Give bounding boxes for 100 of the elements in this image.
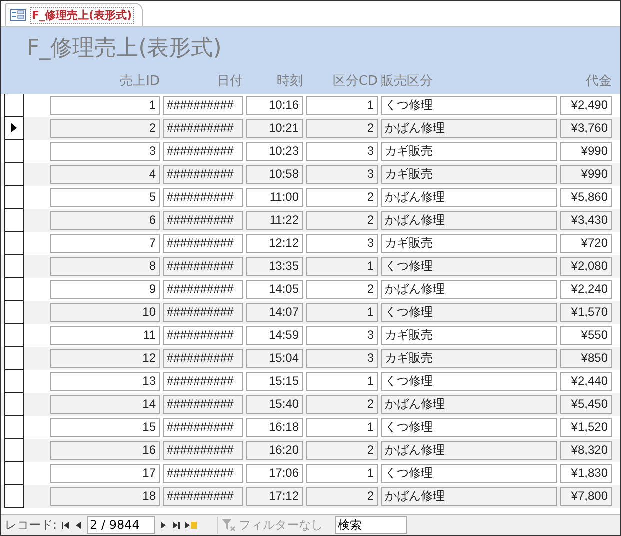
field-box[interactable]: くつ修理 xyxy=(381,96,557,115)
field-box[interactable]: 3 xyxy=(306,165,378,184)
field-box[interactable]: くつ修理 xyxy=(381,303,557,322)
field-box[interactable]: 8 xyxy=(50,257,160,276)
field-box[interactable]: 10 xyxy=(50,303,160,322)
field-box[interactable]: ¥5,860 xyxy=(560,188,612,207)
field-box[interactable]: 10:23 xyxy=(246,142,303,161)
field-box[interactable]: ########## xyxy=(163,303,243,322)
field-box[interactable]: カギ販売 xyxy=(381,234,557,253)
field-box[interactable]: 1 xyxy=(306,464,378,483)
field-box[interactable]: カギ販売 xyxy=(381,349,557,368)
field-box[interactable]: ¥720 xyxy=(560,234,612,253)
field-box[interactable]: 17 xyxy=(50,464,160,483)
field-box[interactable]: 17:06 xyxy=(246,464,303,483)
field-box[interactable]: 6 xyxy=(50,211,160,230)
field-box[interactable]: ########## xyxy=(163,142,243,161)
field-box[interactable]: ¥2,440 xyxy=(560,372,612,391)
field-box[interactable]: 3 xyxy=(50,142,160,161)
record-selector[interactable] xyxy=(4,324,24,347)
field-box[interactable]: かばん修理 xyxy=(381,441,557,460)
field-box[interactable]: 12:12 xyxy=(246,234,303,253)
field-box[interactable]: 13:35 xyxy=(246,257,303,276)
field-box[interactable]: 16 xyxy=(50,441,160,460)
field-box[interactable]: 2 xyxy=(306,487,378,506)
field-box[interactable]: ########## xyxy=(163,211,243,230)
field-box[interactable]: ########## xyxy=(163,165,243,184)
field-box[interactable]: 16:20 xyxy=(246,441,303,460)
field-box[interactable]: 2 xyxy=(306,280,378,299)
field-box[interactable]: 12 xyxy=(50,349,160,368)
field-box[interactable]: 2 xyxy=(306,395,378,414)
field-box[interactable]: カギ販売 xyxy=(381,165,557,184)
record-selector[interactable] xyxy=(4,278,24,301)
record-selector[interactable] xyxy=(4,94,24,117)
field-box[interactable]: ¥8,320 xyxy=(560,441,612,460)
field-box[interactable]: 1 xyxy=(306,257,378,276)
field-box[interactable]: 2 xyxy=(50,119,160,138)
record-position-field[interactable]: 2 / 9844 xyxy=(87,516,156,534)
field-box[interactable]: 1 xyxy=(306,418,378,437)
record-selector[interactable] xyxy=(4,140,24,163)
last-record-icon[interactable] xyxy=(172,520,182,530)
field-box[interactable]: 14 xyxy=(50,395,160,414)
field-box[interactable]: かばん修理 xyxy=(381,280,557,299)
field-box[interactable]: 11:22 xyxy=(246,211,303,230)
field-box[interactable]: 10:58 xyxy=(246,165,303,184)
field-box[interactable]: ########## xyxy=(163,188,243,207)
field-box[interactable]: 17:12 xyxy=(246,487,303,506)
field-box[interactable]: 11:00 xyxy=(246,188,303,207)
field-box[interactable]: ########## xyxy=(163,395,243,414)
field-box[interactable]: 14:59 xyxy=(246,326,303,345)
record-selector[interactable] xyxy=(4,439,24,462)
previous-record-icon[interactable] xyxy=(74,520,84,530)
field-box[interactable]: くつ修理 xyxy=(381,372,557,391)
field-box[interactable]: ¥7,800 xyxy=(560,487,612,506)
field-box[interactable]: 2 xyxy=(306,441,378,460)
field-box[interactable]: かばん修理 xyxy=(381,395,557,414)
field-box[interactable]: 3 xyxy=(306,349,378,368)
field-box[interactable]: 18 xyxy=(50,487,160,506)
field-box[interactable]: 1 xyxy=(50,96,160,115)
record-selector[interactable] xyxy=(4,301,24,324)
record-selector[interactable] xyxy=(4,186,24,209)
field-box[interactable]: ########## xyxy=(163,280,243,299)
field-box[interactable]: 15 xyxy=(50,418,160,437)
field-box[interactable]: 11 xyxy=(50,326,160,345)
field-box[interactable]: 5 xyxy=(50,188,160,207)
form-tab[interactable]: F_修理売上(表形式) xyxy=(5,3,144,26)
field-box[interactable]: 15:40 xyxy=(246,395,303,414)
new-record-icon[interactable] xyxy=(185,520,198,530)
field-box[interactable]: かばん修理 xyxy=(381,487,557,506)
field-box[interactable]: ########## xyxy=(163,234,243,253)
record-selector[interactable] xyxy=(4,117,24,140)
field-box[interactable]: くつ修理 xyxy=(381,418,557,437)
field-box[interactable]: 14:07 xyxy=(246,303,303,322)
field-box[interactable]: ¥1,570 xyxy=(560,303,612,322)
field-box[interactable]: 4 xyxy=(50,165,160,184)
field-box[interactable]: 2 xyxy=(306,211,378,230)
next-record-icon[interactable] xyxy=(159,520,168,530)
field-box[interactable]: ########## xyxy=(163,441,243,460)
field-box[interactable]: 16:18 xyxy=(246,418,303,437)
field-box[interactable]: 1 xyxy=(306,372,378,391)
field-box[interactable]: ¥3,760 xyxy=(560,119,612,138)
search-field[interactable]: 検索 xyxy=(335,516,408,534)
field-box[interactable]: ¥850 xyxy=(560,349,612,368)
field-box[interactable]: ########## xyxy=(163,119,243,138)
field-box[interactable]: 10:21 xyxy=(246,119,303,138)
field-box[interactable]: ########## xyxy=(163,372,243,391)
field-box[interactable]: 2 xyxy=(306,119,378,138)
first-record-icon[interactable] xyxy=(61,520,70,530)
field-box[interactable]: 3 xyxy=(306,326,378,345)
field-box[interactable]: ########## xyxy=(163,257,243,276)
field-box[interactable]: 1 xyxy=(306,96,378,115)
field-box[interactable]: かばん修理 xyxy=(381,119,557,138)
field-box[interactable]: 1 xyxy=(306,303,378,322)
field-box[interactable]: ########## xyxy=(163,326,243,345)
field-box[interactable]: ¥550 xyxy=(560,326,612,345)
field-box[interactable]: かばん修理 xyxy=(381,188,557,207)
field-box[interactable]: 15:04 xyxy=(246,349,303,368)
field-box[interactable]: ¥2,080 xyxy=(560,257,612,276)
field-box[interactable]: ¥2,490 xyxy=(560,96,612,115)
record-selector[interactable] xyxy=(4,370,24,393)
field-box[interactable]: ¥1,520 xyxy=(560,418,612,437)
